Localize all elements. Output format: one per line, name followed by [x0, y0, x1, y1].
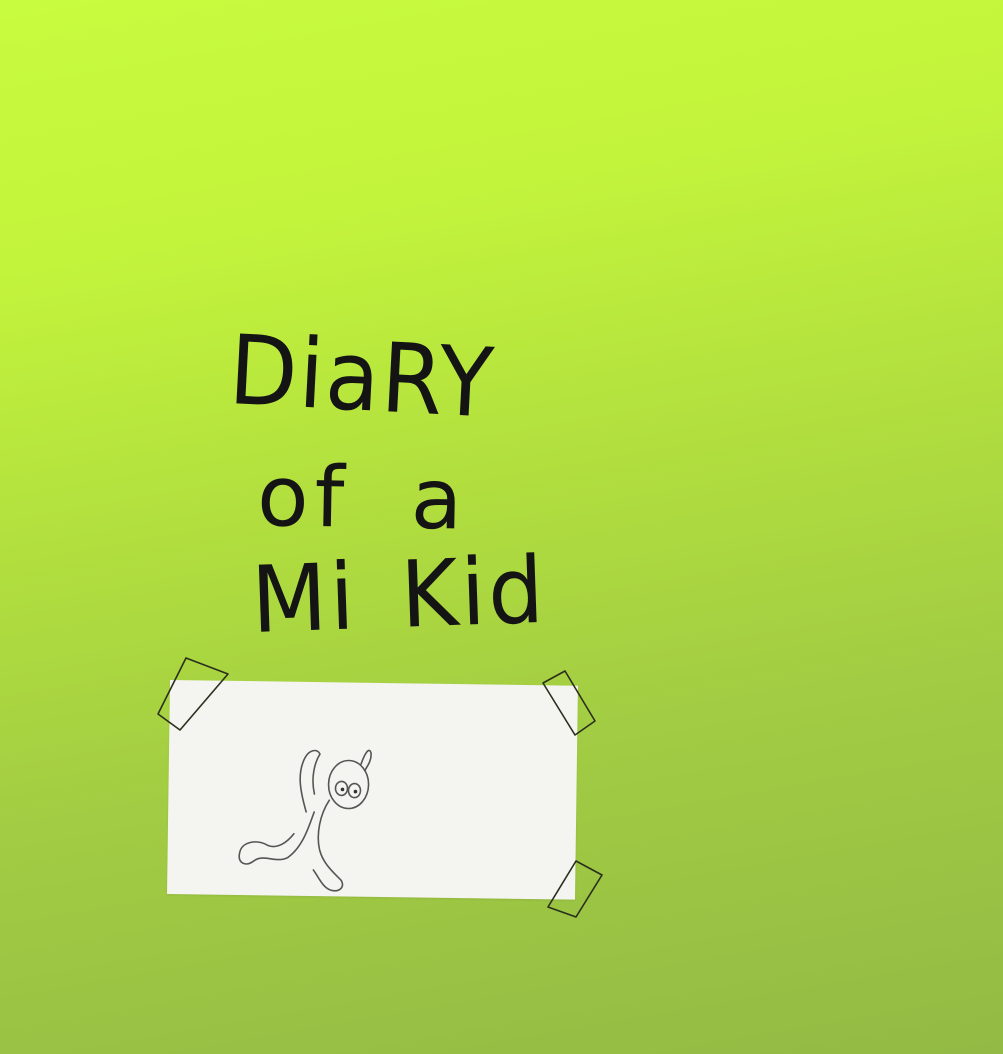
stick-figure — [238, 749, 372, 892]
tape-icon — [542, 670, 596, 736]
title-line-2: of a — [256, 447, 470, 549]
tape-icon — [157, 657, 229, 731]
title-line-1: DiaRY — [226, 314, 498, 440]
tape-icon — [547, 860, 603, 918]
book-cover: DiaRY of a Mi Kid — [0, 0, 1003, 1054]
title-line-3: Mi Kid — [249, 536, 549, 654]
